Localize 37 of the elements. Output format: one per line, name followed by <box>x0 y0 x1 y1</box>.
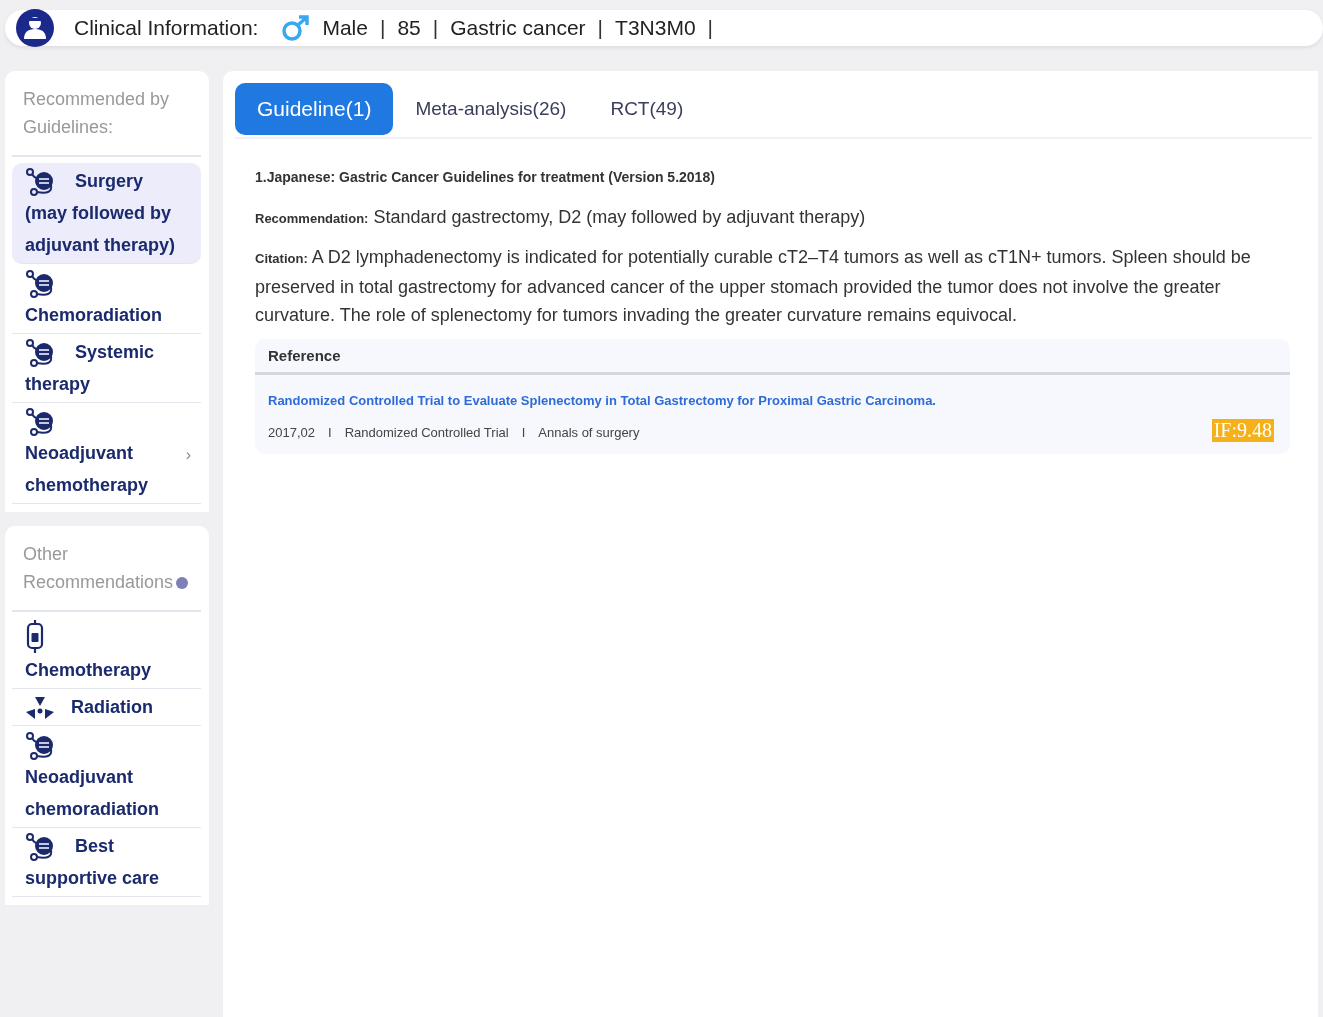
header-label: Clinical Information: <box>74 16 259 40</box>
radiation-icon <box>25 695 55 722</box>
separator: I <box>328 425 332 440</box>
separator: | <box>379 16 386 40</box>
recommendation-text: Recommendation: Standard gastrectomy, D2 (may followed by adjuvant therapy) <box>255 206 867 229</box>
reference-link[interactable]: Randomized Controlled Trial to Evaluate Splenectomy in Total Gastrectomy for Proximal Gastric Carcinoma. <box>268 393 936 408</box>
clinical-value: T3N3M0 <box>615 16 696 40</box>
guideline-title: 1.Japanese: Gastric Cancer Guidelines for treatment (Version 5.2018) <box>255 169 716 185</box>
separator: | <box>597 16 604 40</box>
tab[interactable]: Meta-analysis(26) <box>393 83 589 135</box>
tab[interactable]: RCT(49) <box>588 83 706 135</box>
separator: | <box>707 16 714 40</box>
treatment-item[interactable]: Best supportive care <box>12 827 201 897</box>
treatment-item[interactable]: Neoadjuvant chemotherapy › <box>12 402 201 504</box>
impact-factor-badge: IF:9.48 <box>1211 419 1274 442</box>
reference-meta: Randomized Controlled Trial <box>344 425 509 440</box>
iv-bag-icon <box>25 620 45 655</box>
reference-meta: 2017,02 <box>268 425 315 440</box>
treatment-item[interactable]: Surgery (may followed by adjuvant therapy) <box>12 163 201 265</box>
treatment-item[interactable]: Chemotherapy <box>12 618 201 690</box>
section-title: Other Recommendations <box>23 544 174 592</box>
separator: I <box>521 425 526 440</box>
treatment-item[interactable]: Chemoradiation <box>12 264 201 334</box>
separator: | <box>432 16 439 40</box>
citation-text: Citation: A D2 lymphadenectomy is indicated for potentially curable cT2–T4 tumors as well as cT1N+ tumors. Spleen should be preserved in total gastrectomy for advanced cancer of the upper stomach provided the tumor does not involve the greater curvature. The role of splenectomy for tumors invading the greater curvature remains equivocal. <box>255 246 1252 327</box>
treatment-item[interactable]: Systemic therapy <box>12 333 201 403</box>
treatment-item[interactable]: Radiation <box>12 689 201 727</box>
section-title: Recommended by Guidelines: <box>23 89 170 137</box>
treatment-item[interactable]: Neoadjuvant chemoradiation <box>12 726 201 828</box>
chevron-icon[interactable]: › <box>185 438 191 471</box>
tab[interactable]: Guideline(1) <box>235 83 394 135</box>
clinical-value: Male <box>322 16 368 40</box>
clinical-value: 85 <box>397 16 421 40</box>
reference-heading: Reference <box>268 347 341 364</box>
reference-meta: Annals of surgery <box>538 425 640 440</box>
clinical-value: Gastric cancer <box>450 16 586 40</box>
info-icon[interactable] <box>176 577 189 590</box>
